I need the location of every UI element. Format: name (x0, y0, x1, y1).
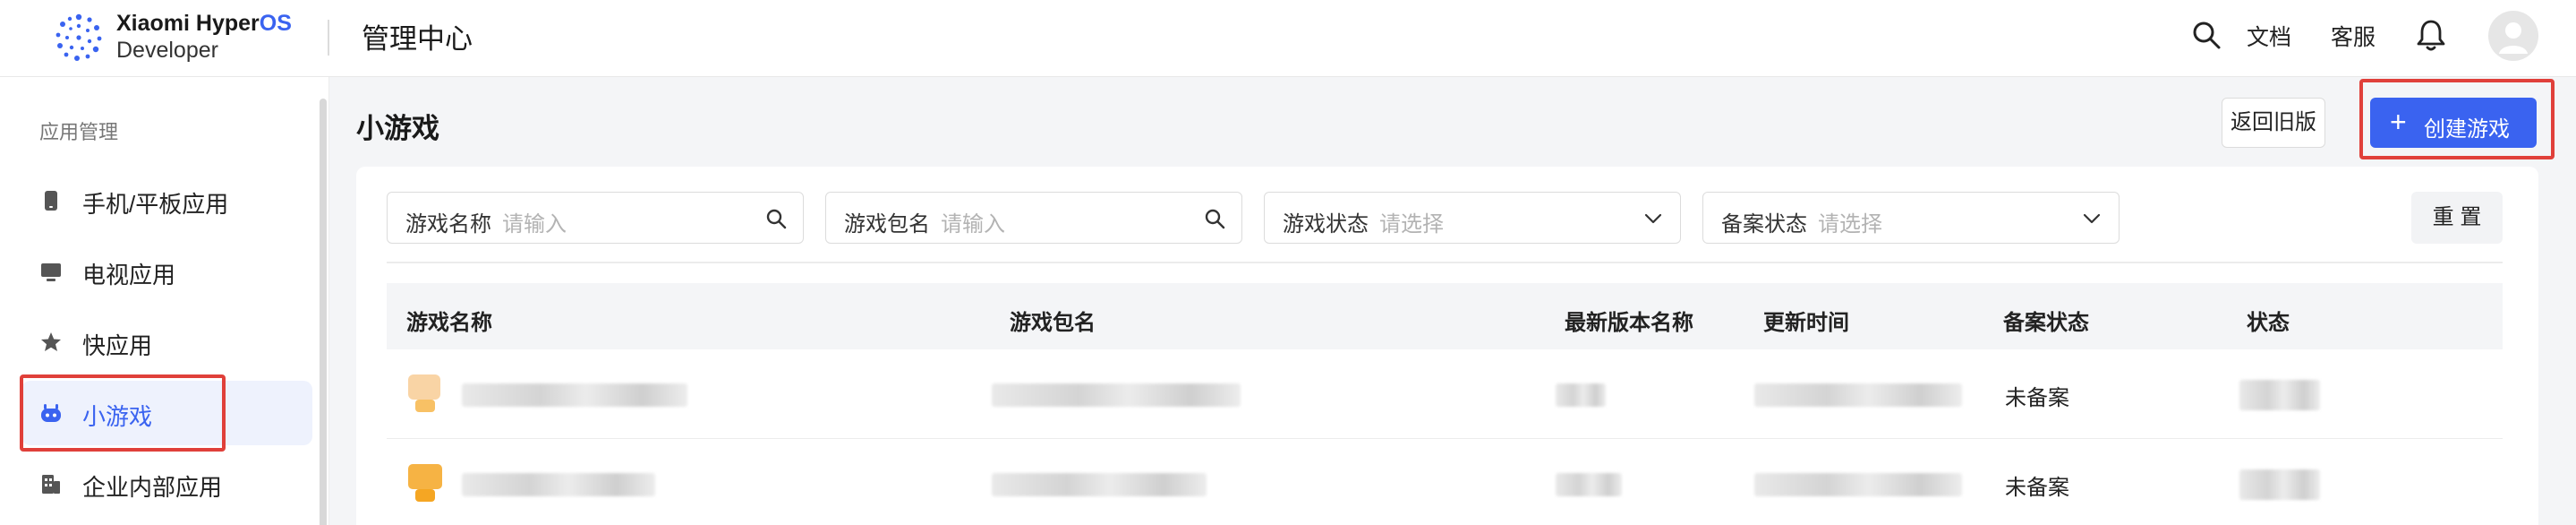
filter-label: 游戏名称 (405, 212, 491, 237)
filter-label: 游戏状态 (1283, 212, 1369, 237)
plus-icon: + (2390, 106, 2407, 138)
brand-subtitle: Developer (116, 38, 218, 63)
redacted-game-name (462, 383, 687, 407)
user-avatar-icon (2499, 22, 2528, 54)
game-icon (408, 464, 442, 502)
filing-status-select[interactable]: 备案状态 请选择 (1702, 192, 2120, 244)
game-status-select[interactable]: 游戏状态 请选择 (1264, 192, 1681, 244)
redacted-package-name (992, 473, 1207, 496)
create-game-button[interactable]: + 创建游戏 (2370, 98, 2537, 148)
filter-placeholder: 请选择 (1818, 212, 1882, 237)
star-icon (41, 332, 61, 351)
column-header-version: 最新版本名称 (1565, 311, 1693, 335)
sidebar-item-phone-tablet-apps[interactable]: 手机/平板应用 (21, 168, 312, 233)
search-icon[interactable] (1204, 208, 1225, 229)
content-card: 游戏名称 请输入 游戏包名 请输入 游戏状态 请选择 备案状态 请选择 重 置 … (356, 167, 2538, 525)
gamepad-icon (41, 404, 61, 422)
docs-link[interactable]: 文档 (2247, 20, 2291, 52)
redacted-package-name (992, 383, 1241, 407)
hyperos-logo-icon (55, 13, 102, 61)
filter-placeholder: 请输入 (502, 212, 567, 237)
search-icon[interactable] (2191, 20, 2222, 50)
sidebar-item-label: 电视应用 (82, 262, 176, 288)
sidebar-group-label: 应用管理 (39, 121, 119, 143)
game-package-filter[interactable]: 游戏包名 请输入 (825, 192, 1242, 244)
redacted-version (1556, 383, 1606, 407)
support-link[interactable]: 客服 (2331, 20, 2376, 52)
redacted-status (2239, 380, 2320, 410)
column-header-filing-status: 备案状态 (2003, 311, 2089, 335)
filter-placeholder: 请选择 (1379, 212, 1444, 237)
reset-button[interactable]: 重 置 (2411, 192, 2503, 244)
sidebar-item-label: 小游戏 (82, 403, 153, 430)
table-row[interactable]: 未备案 (387, 349, 2503, 439)
chevron-down-icon (1644, 213, 1662, 224)
sidebar-item-enterprise-apps[interactable]: 企业内部应用 (21, 452, 312, 516)
brand-logo[interactable]: Xiaomi HyperOS Developer (54, 9, 295, 68)
table-row[interactable]: 未备案 (387, 439, 2503, 525)
sidebar: 应用管理 手机/平板应用 电视应用 快应用 小游戏 企业内部应用 (0, 77, 329, 525)
filing-status-cell: 未备案 (2005, 386, 2069, 410)
redacted-version (1556, 473, 1622, 496)
filter-label: 备案状态 (1721, 212, 1807, 237)
redacted-game-name (462, 473, 655, 496)
table-header: 游戏名称 游戏包名 最新版本名称 更新时间 备案状态 状态 (387, 283, 2503, 349)
game-icon (408, 374, 440, 412)
user-avatar[interactable] (2488, 11, 2538, 61)
filter-placeholder: 请输入 (941, 212, 1005, 237)
filing-status-cell: 未备案 (2005, 476, 2069, 500)
brand-name: Xiaomi HyperOS (116, 11, 292, 36)
top-header: Xiaomi HyperOS Developer 管理中心 文档 客服 (0, 0, 2576, 77)
create-game-label: 创建游戏 (2424, 117, 2510, 142)
phone-icon (45, 191, 57, 211)
sidebar-item-tv-apps[interactable]: 电视应用 (21, 239, 312, 304)
redacted-update-time (1754, 473, 1962, 496)
chevron-down-icon (2083, 213, 2101, 224)
redacted-status (2239, 469, 2320, 500)
redacted-update-time (1754, 383, 1962, 407)
sidebar-scrollbar[interactable] (320, 99, 327, 525)
column-header-status: 状态 (2247, 311, 2290, 335)
search-icon[interactable] (765, 208, 787, 229)
sidebar-item-mini-games[interactable]: 小游戏 (21, 381, 312, 445)
sidebar-item-label: 手机/平板应用 (82, 191, 229, 218)
console-title: 管理中心 (362, 23, 473, 55)
filter-label: 游戏包名 (844, 212, 930, 237)
column-header-package: 游戏包名 (1010, 311, 1096, 335)
tv-icon (41, 263, 61, 281)
sidebar-item-label: 快应用 (82, 332, 153, 359)
game-name-filter[interactable]: 游戏名称 请输入 (387, 192, 804, 244)
page-title: 小游戏 (356, 113, 439, 144)
header-divider (328, 20, 329, 56)
filter-divider (387, 262, 2503, 263)
building-icon (42, 475, 60, 494)
sidebar-item-label: 企业内部应用 (82, 474, 223, 501)
column-header-game-name: 游戏名称 (406, 311, 492, 335)
column-header-updated: 更新时间 (1763, 311, 1849, 335)
bell-icon[interactable] (2415, 18, 2447, 52)
sidebar-item-quick-apps[interactable]: 快应用 (21, 310, 312, 374)
back-to-old-version-button[interactable]: 返回旧版 (2222, 98, 2325, 148)
